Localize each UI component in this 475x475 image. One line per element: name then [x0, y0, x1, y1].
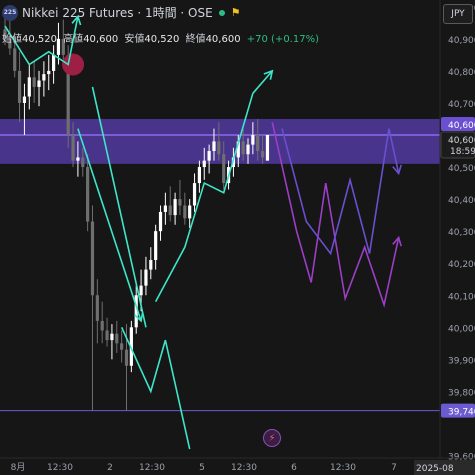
- candle-body: [188, 205, 192, 219]
- y-tick-label: 40,800: [448, 68, 475, 78]
- y-tick-label: 40,400: [448, 196, 475, 206]
- y-tick-label: 40,100: [448, 292, 475, 302]
- x-tick-label: 2: [107, 463, 113, 473]
- candle-body: [144, 269, 148, 286]
- x-tick-label: 7: [391, 463, 397, 473]
- candle-body: [241, 141, 245, 155]
- candle-body: [90, 221, 95, 296]
- candle-body: [120, 343, 124, 350]
- currency-button[interactable]: JPY: [443, 4, 473, 24]
- candle-body: [183, 205, 187, 219]
- y-tick-label: 40,000: [448, 324, 475, 334]
- date-label: 2025-08: [416, 464, 454, 474]
- candle-body: [71, 135, 75, 161]
- candle-body: [32, 77, 36, 87]
- candle-body: [22, 96, 27, 103]
- candle-body: [217, 141, 221, 155]
- candle-body: [265, 135, 270, 161]
- candle-body: [192, 183, 197, 206]
- candle-body: [202, 160, 206, 168]
- y-tick-label: 40,500: [448, 164, 475, 174]
- candle-body: [158, 211, 163, 232]
- candle-body: [139, 285, 143, 296]
- candle-body: [37, 80, 41, 87]
- x-tick-label: 6: [291, 463, 297, 473]
- candle-body: [47, 70, 51, 75]
- open-value: 40,520: [22, 34, 57, 45]
- change-value: +70 (+0.17%): [246, 34, 319, 45]
- candle-body: [178, 199, 182, 206]
- flag-icon[interactable]: ⚑: [231, 6, 241, 19]
- candle-body: [251, 135, 255, 145]
- candle-body: [27, 77, 31, 97]
- ohlc-legend: 始値40,520 高値40,600 安値40,520 終値40,600 +70 …: [2, 30, 319, 45]
- level-label: 39,740: [448, 408, 475, 418]
- candle-body: [168, 205, 172, 216]
- chart-header: 225 Nikkei 225 Futures · 1時間 · OSE ⚑ 始値4…: [0, 0, 440, 52]
- y-tick-label: 39,900: [448, 356, 475, 366]
- x-tick-label: 12:30: [47, 463, 73, 473]
- candle-body: [246, 144, 250, 155]
- x-tick-label: 12:30: [139, 463, 165, 473]
- candle-body: [42, 74, 46, 81]
- candle-body: [260, 151, 265, 158]
- open-label: 始値: [2, 34, 22, 45]
- market-status-dot-icon: [218, 9, 225, 16]
- candle-body: [197, 167, 201, 184]
- candle-body: [212, 141, 216, 152]
- price-chart[interactable]: 41,00040,90040,80040,70040,50040,40040,3…: [0, 0, 475, 475]
- high-label: 高値: [63, 34, 84, 45]
- candle-body: [86, 167, 90, 222]
- symbol-title[interactable]: Nikkei 225 Futures · 1時間 · OSE: [22, 4, 213, 21]
- y-tick-label: 40,700: [448, 100, 475, 110]
- candle-body: [207, 151, 211, 161]
- candle-body: [17, 70, 22, 103]
- x-tick-label: 12:30: [231, 463, 257, 473]
- candle-body: [115, 333, 119, 344]
- candle-body: [149, 259, 153, 270]
- candle-body: [154, 231, 158, 260]
- x-tick-label: 5: [199, 463, 205, 473]
- candle-body: [173, 199, 177, 216]
- x-tick-label: 12:30: [330, 463, 356, 473]
- countdown-label: 18:59: [450, 147, 475, 157]
- current-price-label: 40,600: [448, 136, 475, 146]
- candle-body: [76, 157, 80, 161]
- candle-body: [95, 295, 99, 321]
- price-label: 40,600: [448, 121, 475, 131]
- candle-body: [163, 205, 167, 212]
- candle-body: [52, 54, 56, 71]
- candle-body: [256, 135, 260, 152]
- close-label: 終値: [185, 34, 206, 45]
- candle-body: [100, 320, 104, 331]
- event-marker[interactable]: [62, 53, 85, 76]
- candle-body: [222, 154, 226, 184]
- candle-body: [110, 333, 114, 341]
- close-value: 40,600: [205, 34, 241, 45]
- candle-body: [81, 157, 85, 168]
- y-tick-label: 40,300: [448, 228, 475, 238]
- low-value: 40,520: [144, 34, 180, 45]
- x-tick-label: 8月: [11, 462, 26, 473]
- nikkei-logo-icon: 225: [2, 4, 18, 21]
- lightning-event-icon[interactable]: ⚡: [263, 429, 281, 447]
- low-label: 安値: [124, 34, 145, 45]
- candle-body: [124, 349, 129, 366]
- y-tick-label: 39,800: [448, 388, 475, 398]
- candle-body: [105, 330, 109, 341]
- symbol-title-row[interactable]: 225 Nikkei 225 Futures · 1時間 · OSE ⚑: [2, 4, 241, 21]
- y-tick-label: 40,200: [448, 260, 475, 270]
- y-tick-label: 40,900: [448, 36, 475, 46]
- high-value: 40,600: [83, 34, 119, 45]
